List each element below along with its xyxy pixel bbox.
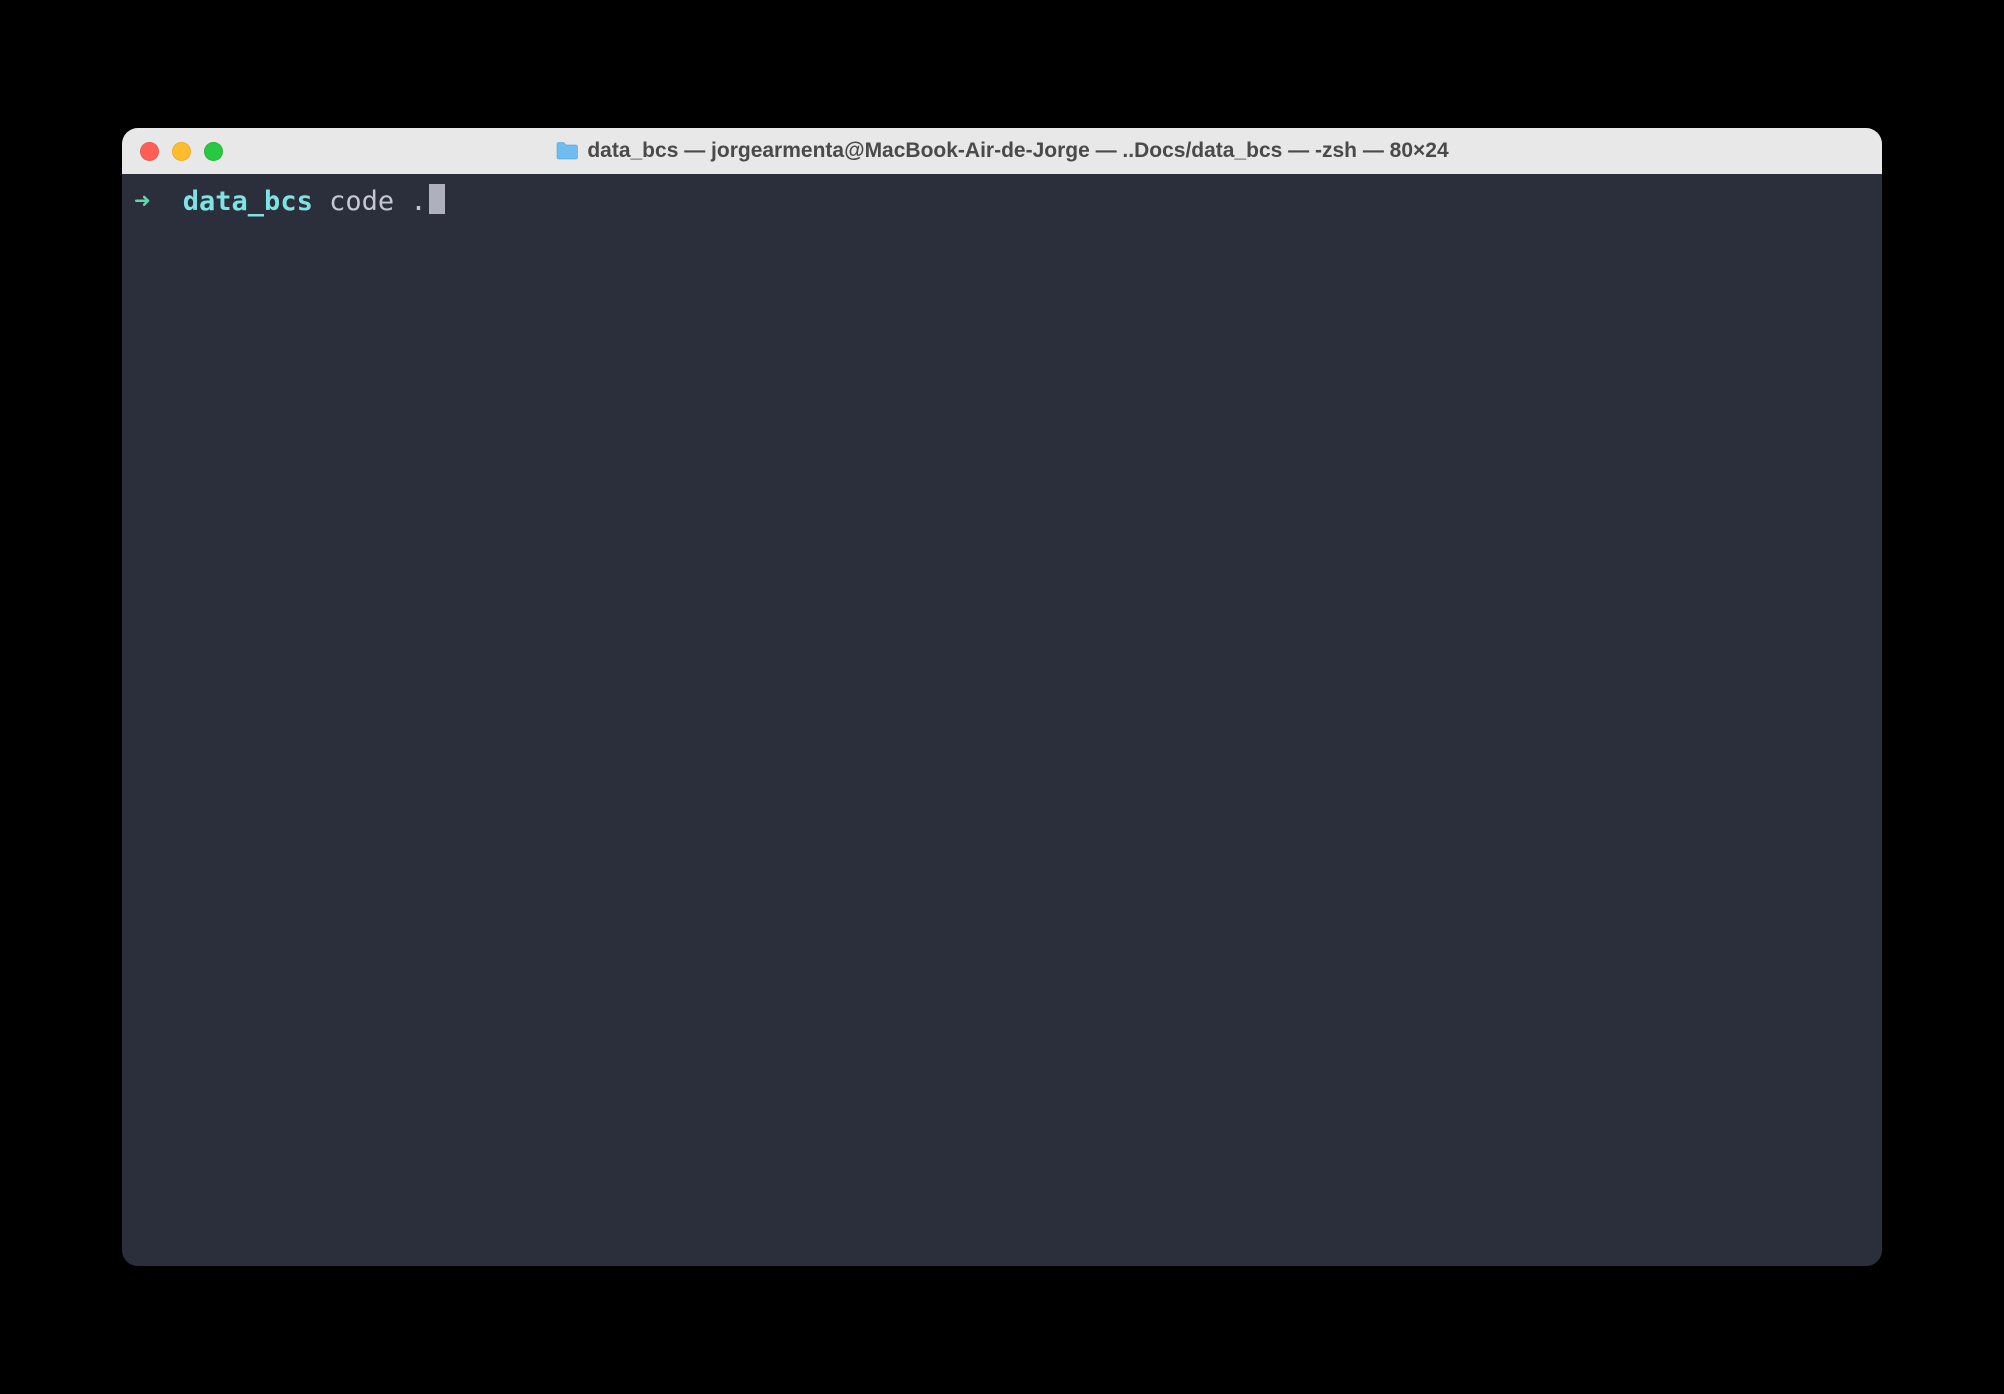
prompt-command: code . (329, 184, 427, 220)
prompt-path: data_bcs (183, 184, 313, 220)
window-title: data_bcs — jorgearmenta@MacBook-Air-de-J… (587, 139, 1448, 163)
cursor (429, 184, 445, 214)
traffic-lights (140, 142, 223, 161)
maximize-button[interactable] (204, 142, 223, 161)
minimize-button[interactable] (172, 142, 191, 161)
title-content: data_bcs — jorgearmenta@MacBook-Air-de-J… (555, 139, 1448, 163)
terminal-body[interactable]: ➜ data_bcs code . (122, 174, 1882, 1266)
folder-icon (555, 141, 579, 161)
terminal-window: data_bcs — jorgearmenta@MacBook-Air-de-J… (122, 128, 1882, 1266)
close-button[interactable] (140, 142, 159, 161)
prompt-arrow-icon: ➜ (134, 184, 150, 220)
prompt-line: ➜ data_bcs code . (134, 180, 1870, 220)
titlebar: data_bcs — jorgearmenta@MacBook-Air-de-J… (122, 128, 1882, 174)
